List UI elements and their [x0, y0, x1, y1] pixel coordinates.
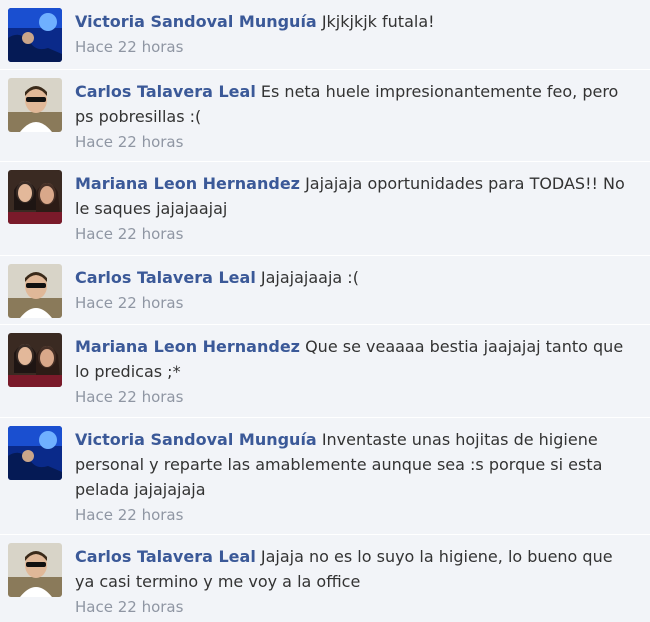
avatar-blue-photo-icon: [8, 426, 62, 480]
comment-timestamp[interactable]: Hace 22 horas: [75, 386, 636, 409]
comment-author-link[interactable]: Victoria Sandoval Munguía: [75, 430, 317, 449]
avatar[interactable]: [8, 170, 62, 224]
comment-body: Carlos Talavera Leal Es neta huele impre…: [75, 79, 636, 154]
avatar[interactable]: [8, 8, 62, 62]
comment-body: Carlos Talavera Leal Jajajajaaja :( Hace…: [75, 265, 636, 315]
comment-body: Carlos Talavera Leal Jajaja no es lo suy…: [75, 544, 636, 619]
avatar[interactable]: [8, 543, 62, 597]
avatar[interactable]: [8, 333, 62, 387]
comment-item: Carlos Talavera Leal Es neta huele impre…: [0, 70, 650, 162]
comment-item: Carlos Talavera Leal Jajajajaaja :( Hace…: [0, 256, 650, 325]
comment-timestamp[interactable]: Hace 22 horas: [75, 223, 636, 246]
comment-item: Carlos Talavera Leal Jajaja no es lo suy…: [0, 535, 650, 622]
comment-timestamp[interactable]: Hace 22 horas: [75, 292, 636, 315]
comment-body: Mariana Leon Hernandez Jajajaja oportuni…: [75, 171, 636, 246]
comment-author-link[interactable]: Carlos Talavera Leal: [75, 82, 256, 101]
avatar-two-women-icon: [8, 170, 62, 224]
comment-author-link[interactable]: Carlos Talavera Leal: [75, 268, 256, 287]
comment-timestamp[interactable]: Hace 22 horas: [75, 504, 636, 527]
comment-text: Jkjkjkjk futala!: [321, 12, 435, 31]
avatar-man-sunglasses-icon: [8, 264, 62, 318]
comment-body: Mariana Leon Hernandez Que se veaaaa bes…: [75, 334, 636, 409]
comment-item: Victoria Sandoval Munguía Jkjkjkjk futal…: [0, 0, 650, 70]
comment-timestamp[interactable]: Hace 22 horas: [75, 36, 636, 59]
comment-thread: Victoria Sandoval Munguía Jkjkjkjk futal…: [0, 0, 650, 622]
avatar-blue-photo-icon: [8, 8, 62, 62]
comment-item: Mariana Leon Hernandez Jajajaja oportuni…: [0, 162, 650, 256]
avatar-man-sunglasses-icon: [8, 78, 62, 132]
comment-author-link[interactable]: Mariana Leon Hernandez: [75, 174, 300, 193]
avatar[interactable]: [8, 426, 62, 480]
comment-item: Victoria Sandoval Munguía Inventaste una…: [0, 418, 650, 535]
comment-timestamp[interactable]: Hace 22 horas: [75, 596, 636, 619]
avatar[interactable]: [8, 264, 62, 318]
comment-author-link[interactable]: Victoria Sandoval Munguía: [75, 12, 317, 31]
comment-body: Victoria Sandoval Munguía Inventaste una…: [75, 427, 636, 527]
avatar[interactable]: [8, 78, 62, 132]
comment-body: Victoria Sandoval Munguía Jkjkjkjk futal…: [75, 9, 636, 59]
comment-item: Mariana Leon Hernandez Que se veaaaa bes…: [0, 325, 650, 418]
comment-author-link[interactable]: Mariana Leon Hernandez: [75, 337, 300, 356]
comment-author-link[interactable]: Carlos Talavera Leal: [75, 547, 256, 566]
avatar-man-sunglasses-icon: [8, 543, 62, 597]
comment-text: Jajajajaaja :(: [260, 268, 359, 287]
comment-timestamp[interactable]: Hace 22 horas: [75, 131, 636, 154]
avatar-two-women-icon: [8, 333, 62, 387]
